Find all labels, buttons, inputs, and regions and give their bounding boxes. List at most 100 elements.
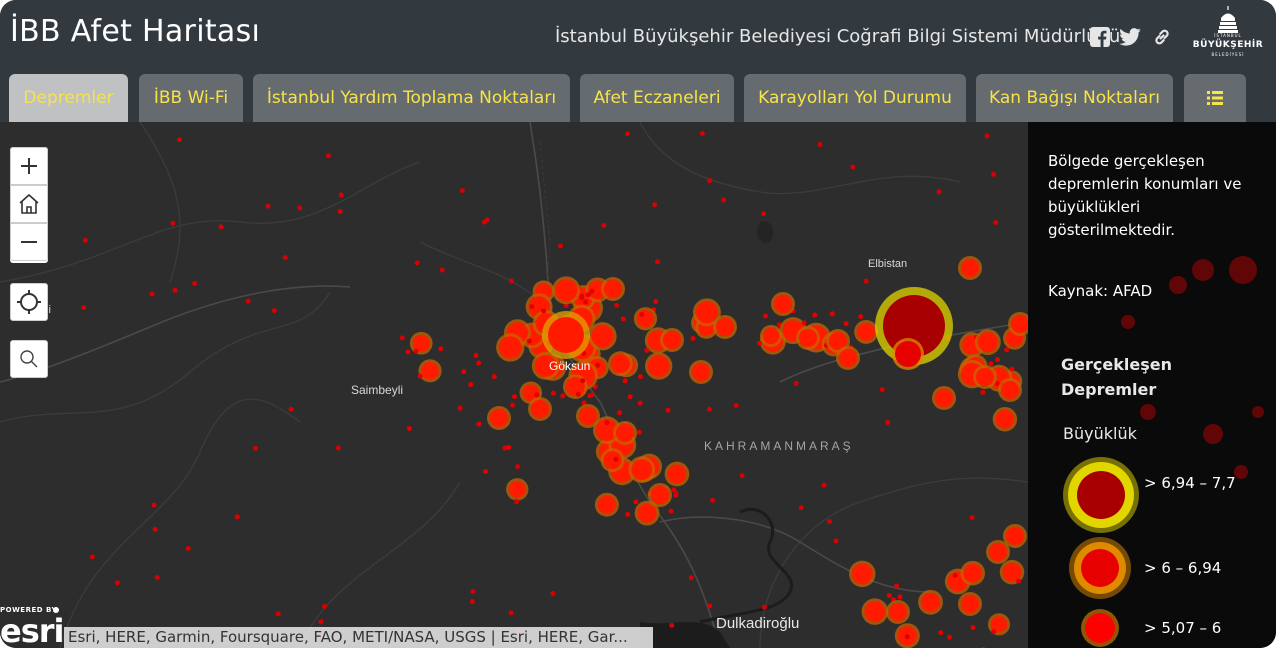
earthquake-marker[interactable] [976,368,994,386]
earthquake-marker[interactable] [288,406,294,412]
locate-button[interactable] [10,283,48,321]
earthquake-marker[interactable] [579,293,585,299]
earthquake-marker[interactable] [993,220,999,226]
earthquake-marker[interactable] [491,374,497,380]
earthquake-marker[interactable] [413,348,419,354]
earthquake-marker[interactable] [438,346,444,352]
earthquake-marker[interactable] [589,392,595,398]
earthquake-marker[interactable] [575,391,581,397]
earthquake-marker[interactable] [529,304,535,310]
earthquake-marker[interactable] [597,495,616,514]
earthquake-marker[interactable] [338,192,344,198]
earthquake-marker[interactable] [627,394,633,400]
earthquake-marker[interactable] [508,610,514,616]
tab-karayollari[interactable]: Karayolları Yol Durumu [744,74,966,122]
earthquake-marker[interactable] [663,331,681,349]
earthquake-marker[interactable] [318,619,324,625]
earthquake-marker[interactable] [421,362,439,380]
earthquake-marker[interactable] [439,267,445,273]
earthquake-marker[interactable] [935,389,953,407]
earthquake-marker[interactable] [969,515,975,521]
earthquake-marker[interactable] [603,451,622,470]
earthquake-marker[interactable] [604,420,610,426]
earthquake-marker[interactable] [218,224,224,230]
earthquake-marker[interactable] [653,298,659,304]
earthquake-marker[interactable] [961,595,979,613]
earthquake-marker[interactable] [793,380,799,386]
earthquake-marker[interactable] [555,279,578,302]
earthquake-marker[interactable] [616,410,622,416]
earthquake-marker[interactable] [843,321,849,327]
earthquake-marker[interactable] [761,604,767,610]
earthquake-marker[interactable] [245,298,251,304]
earthquake-marker[interactable] [857,322,876,341]
earthquake-marker[interactable] [637,374,643,380]
earthquake-marker[interactable] [176,137,182,143]
earthquake-marker[interactable] [827,518,833,524]
earthquake-marker[interactable] [514,499,520,505]
earthquake-marker[interactable] [1006,527,1024,545]
earthquake-marker[interactable] [470,589,476,595]
twitter-icon[interactable] [1119,26,1141,48]
earthquake-marker[interactable] [817,142,823,148]
earthquake-marker[interactable] [508,278,514,284]
earthquake-marker[interactable] [995,357,1001,363]
earthquake-marker[interactable] [692,363,710,381]
earthquake-marker[interactable] [531,400,549,418]
earthquake-marker[interactable] [761,211,767,217]
earthquake-marker[interactable] [192,280,198,286]
earthquake-marker[interactable] [688,575,694,581]
earthquake-marker[interactable] [669,622,675,628]
earthquake-marker[interactable] [885,419,891,425]
earthquake-marker[interactable] [234,514,240,520]
earthquake-marker[interactable] [801,320,807,326]
earthquake-marker[interactable] [399,335,405,341]
earthquake-marker[interactable] [253,445,259,451]
earthquake-marker[interactable] [534,392,540,398]
tab-afet-eczaneleri[interactable]: Afet Eczaneleri [580,74,734,122]
earthquake-marker[interactable] [839,349,857,367]
earthquake-marker[interactable] [639,312,645,318]
earthquake-marker[interactable] [961,259,979,277]
earthquake-marker[interactable] [739,473,745,479]
earthquake-marker[interactable] [1001,381,1019,399]
earthquake-marker[interactable] [613,456,619,462]
earthquake-marker[interactable] [655,259,661,265]
earthquake-marker[interactable] [710,497,716,503]
earthquake-marker[interactable] [152,526,158,532]
earthquake-marker[interactable] [833,538,839,544]
earthquake-marker[interactable] [829,311,835,317]
earthquake-marker[interactable] [591,325,614,348]
earthquake-marker[interactable] [114,580,120,586]
earthquake-marker[interactable] [897,594,903,600]
earthquake-marker[interactable] [580,378,586,384]
earthquake-marker[interactable] [991,629,997,635]
earthquake-marker[interactable] [762,327,780,345]
earthquake-marker[interactable] [406,425,412,431]
earthquake-marker[interactable] [151,502,157,508]
ibb-logo[interactable]: İSTANBUL BÜYÜKŞEHİR BELEDİYESİ [1192,6,1264,62]
earthquake-marker[interactable] [721,197,727,203]
earthquake-marker[interactable] [417,373,423,379]
earthquake-marker[interactable] [989,543,1007,561]
earthquake-marker[interactable] [589,288,595,294]
earthquake-marker[interactable] [335,445,341,451]
earthquake-marker[interactable] [799,329,817,347]
earthquake-marker[interactable] [668,508,674,514]
earthquake-marker[interactable] [282,255,288,261]
earthquake-marker[interactable] [601,222,607,228]
earthquake-marker[interactable] [625,512,631,518]
earthquake-marker[interactable] [82,237,88,243]
earthquake-marker[interactable] [482,219,488,225]
tab-depremler[interactable]: Depremler [9,74,128,122]
earthquake-marker[interactable] [154,575,160,581]
earthquake-marker[interactable] [1016,578,1022,584]
earthquake-marker[interactable] [476,421,482,427]
earthquake-marker[interactable] [265,203,271,209]
tab-ibb-wifi[interactable]: İBB Wi-Fi [139,74,243,122]
earthquake-marker[interactable] [325,153,331,159]
earthquake-marker[interactable] [610,354,630,374]
earthquake-marker[interactable] [468,381,474,387]
earthquake-marker[interactable] [977,332,998,353]
earthquake-marker[interactable] [988,361,994,367]
